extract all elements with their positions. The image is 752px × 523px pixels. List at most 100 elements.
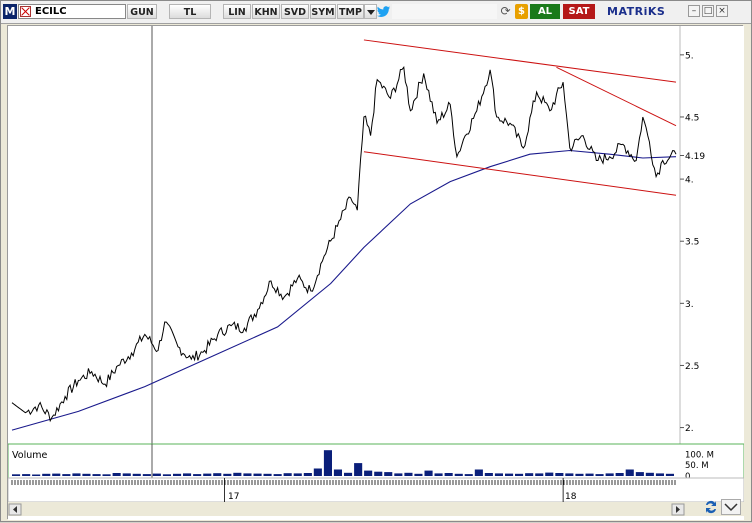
period-button[interactable]: GUN	[127, 4, 157, 19]
toolbar-spacer	[392, 4, 497, 19]
price-tick-label: 4.5	[685, 113, 699, 123]
volume-bar	[625, 469, 634, 476]
minimize-icon[interactable]: –	[688, 5, 700, 17]
volume-bar	[62, 474, 71, 476]
symbol-field[interactable]: ECILC	[18, 4, 126, 19]
scale-linear-button[interactable]: LIN	[223, 4, 251, 19]
sync-icon[interactable]	[703, 499, 719, 515]
symbol-button[interactable]: SYM	[310, 4, 336, 19]
volume-bar	[484, 473, 493, 476]
volume-bar	[595, 474, 604, 476]
volume-bar	[364, 470, 373, 476]
volume-bar	[203, 473, 212, 476]
dollar-icon[interactable]: $	[515, 4, 528, 19]
volume-bar	[92, 474, 101, 476]
volume-bar	[424, 470, 433, 476]
volume-bar	[22, 474, 31, 476]
maximize-icon[interactable]: □	[702, 5, 714, 17]
volume-bar	[575, 473, 584, 476]
volume-bar	[323, 450, 332, 476]
volume-bar	[333, 469, 342, 476]
volume-bar	[283, 473, 292, 476]
volume-bar	[404, 472, 413, 476]
khn-button[interactable]: KHN	[252, 4, 280, 19]
volume-bar	[494, 473, 503, 476]
current-price-label: 4.19	[685, 152, 705, 162]
volume-bar	[454, 473, 463, 476]
date-axis	[7, 477, 745, 503]
volume-tick-label: 50. M	[685, 461, 709, 471]
volume-bar	[82, 473, 91, 476]
volume-bar	[535, 473, 544, 476]
volume-bar	[515, 473, 524, 476]
volume-bar	[293, 473, 302, 476]
price-tick-label: 2.5	[685, 362, 699, 372]
volume-bar	[354, 463, 363, 476]
volume-bar	[303, 473, 312, 476]
volume-bar	[233, 472, 242, 476]
chart-area[interactable]: 5. 4.5 4.19 4. 3.5 3. 2.5 2. Volume 100. M 50. M…	[7, 25, 745, 520]
price-chart[interactable]: 5. 4.5 4.19 4. 3.5 3. 2.5 2. Volume 100. M50. M…	[7, 26, 745, 520]
volume-bar	[32, 474, 41, 476]
close-check-icon[interactable]	[20, 6, 31, 17]
volume-bar	[152, 473, 161, 476]
volume-bar	[505, 473, 514, 476]
zoom-control[interactable]	[721, 499, 741, 515]
sell-button[interactable]: SAT	[563, 4, 595, 19]
volume-bar	[243, 473, 252, 476]
volume-bar	[223, 473, 232, 476]
volume-bar	[665, 473, 674, 476]
volume-bar	[273, 474, 282, 476]
template-button[interactable]: TMP	[337, 4, 364, 19]
volume-bar	[374, 471, 383, 476]
volume-bar	[645, 472, 654, 476]
volume-bar	[384, 472, 393, 476]
volume-bar	[213, 473, 222, 476]
volume-bar	[635, 472, 644, 476]
volume-bar	[183, 473, 192, 476]
refresh-icon[interactable]: ⟳	[498, 4, 513, 19]
price-tick-label: 4.	[685, 176, 694, 186]
volume-bar	[313, 468, 322, 476]
volume-bar	[464, 474, 473, 476]
volume-bar	[414, 473, 423, 476]
price-tick-label: 3.	[685, 300, 694, 310]
volume-bar	[585, 473, 594, 476]
date-label-18: 18	[565, 492, 577, 502]
volume-bar	[605, 473, 614, 476]
volume-bar	[525, 473, 534, 476]
volume-bar	[344, 472, 353, 476]
close-icon[interactable]: ×	[716, 5, 728, 17]
brand-logo: MATRiKS	[607, 5, 666, 18]
volume-tick-label: 100. M	[685, 450, 714, 460]
volume-bar	[655, 473, 664, 476]
buy-button[interactable]: AL	[530, 4, 560, 19]
volume-bar	[263, 473, 272, 476]
svd-button[interactable]: SVD	[281, 4, 309, 19]
price-tick-label: 5.	[685, 51, 694, 61]
volume-bar	[52, 473, 61, 476]
volume-bar	[122, 473, 131, 476]
dropdown-arrow-icon[interactable]	[364, 4, 377, 19]
volume-bar	[173, 473, 182, 476]
volume-bar	[42, 473, 51, 476]
currency-button[interactable]: TL	[169, 4, 211, 19]
volume-bar	[434, 473, 443, 476]
volume-bar	[12, 474, 21, 476]
volume-bar	[474, 469, 483, 476]
toolbar: M ECILC GUN TL LIN KHN SVD SYM TMP ⟳ $ A…	[1, 1, 751, 24]
volume-bar	[565, 473, 574, 476]
volume-bar	[253, 473, 262, 476]
app-logo: M	[3, 4, 17, 19]
volume-bar	[444, 473, 453, 476]
price-tick-label: 3.5	[685, 238, 699, 248]
twitter-icon[interactable]	[377, 4, 391, 19]
volume-bar	[615, 473, 624, 476]
symbol-label: ECILC	[35, 6, 67, 17]
volume-bar	[162, 474, 171, 476]
volume-bar	[102, 474, 111, 476]
volume-bar	[394, 473, 403, 476]
volume-bar	[555, 473, 564, 476]
volume-bar	[142, 474, 151, 476]
volume-bar	[112, 473, 121, 476]
